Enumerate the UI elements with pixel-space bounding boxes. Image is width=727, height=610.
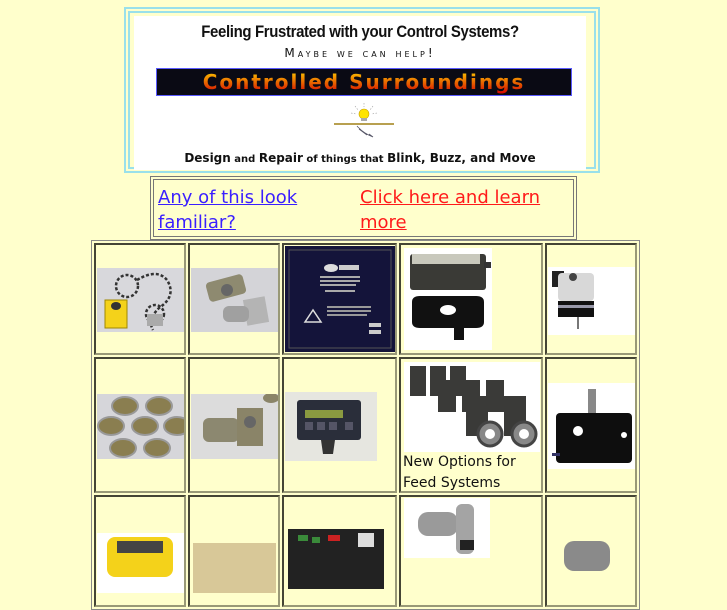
tagline-blink-buzz-move: Blink, Buzz, and Move [387, 151, 536, 165]
grid-cell [188, 495, 280, 607]
product-photo-circuit-board[interactable] [288, 529, 384, 589]
product-photo-pipe-fitting[interactable] [191, 394, 278, 459]
product-photo-controller-plate[interactable] [404, 248, 492, 350]
grid-cell [282, 243, 397, 355]
grid-cell [94, 243, 186, 355]
banner-image: Feeling Frustrated with your Control Sys… [134, 16, 586, 170]
grid-cell [94, 357, 186, 493]
company-logo: Controlled Surroundings [156, 68, 572, 96]
familiar-link[interactable]: Any of this look familiar? [158, 185, 328, 235]
grid-cell [188, 357, 280, 493]
product-photo-pipe-fittings[interactable] [191, 268, 278, 332]
product-photo-chain-box[interactable] [97, 268, 184, 332]
tagline-of-things: of things that [302, 154, 388, 165]
grid-cell [399, 243, 543, 355]
grid-cell [545, 495, 637, 607]
grid-cell [399, 495, 543, 607]
product-photo-motor[interactable] [548, 267, 635, 335]
product-photo-pipe-elbow[interactable] [404, 498, 490, 558]
learn-more-link[interactable]: Click here and learn more [360, 185, 560, 235]
banner-frame: Feeling Frustrated with your Control Sys… [124, 7, 600, 173]
tagline-repair: Repair [258, 151, 303, 165]
product-photo-tan-component[interactable] [193, 543, 276, 593]
product-photo-keypad[interactable] [285, 392, 377, 461]
grid-cell [282, 495, 397, 607]
grid-row [94, 243, 637, 355]
links-table: Any of this look familiar? Click here an… [150, 176, 577, 240]
grid-cell [545, 243, 637, 355]
links-table-inner: Any of this look familiar? Click here an… [153, 179, 574, 237]
grid-row [94, 495, 637, 607]
banner-headline: Feeling Frustrated with your Control Sys… [201, 22, 519, 41]
product-grid: New Options for Feed Systems [91, 240, 640, 610]
tagline-design: Design [184, 151, 231, 165]
company-logo-text: Controlled Surroundings [202, 70, 526, 94]
grid-cell: New Options for Feed Systems [399, 357, 543, 493]
product-photo-yellow-device[interactable] [97, 533, 184, 593]
product-photo-metal-coupling[interactable] [548, 537, 635, 597]
banner-inner-frame: Feeling Frustrated with your Control Sys… [128, 11, 596, 170]
banner-tagline: Design and Repair of things that Blink, … [134, 151, 586, 165]
product-photo-control-panel[interactable] [285, 246, 395, 352]
lightbulb-icon [334, 103, 394, 138]
tagline-and: and [230, 154, 259, 165]
grid-row: New Options for Feed Systems [94, 357, 637, 493]
grid-cell [282, 357, 397, 493]
product-photo-black-cylinder[interactable] [548, 383, 635, 469]
banner-subheadline: Maybe we can help! [284, 46, 436, 60]
product-photo-feed-solenoids[interactable] [404, 362, 540, 452]
product-photo-brass-cups[interactable] [97, 394, 184, 459]
grid-cell [94, 495, 186, 607]
feed-systems-caption[interactable]: New Options for Feed Systems [403, 452, 541, 494]
grid-cell [188, 243, 280, 355]
grid-cell [545, 357, 637, 493]
